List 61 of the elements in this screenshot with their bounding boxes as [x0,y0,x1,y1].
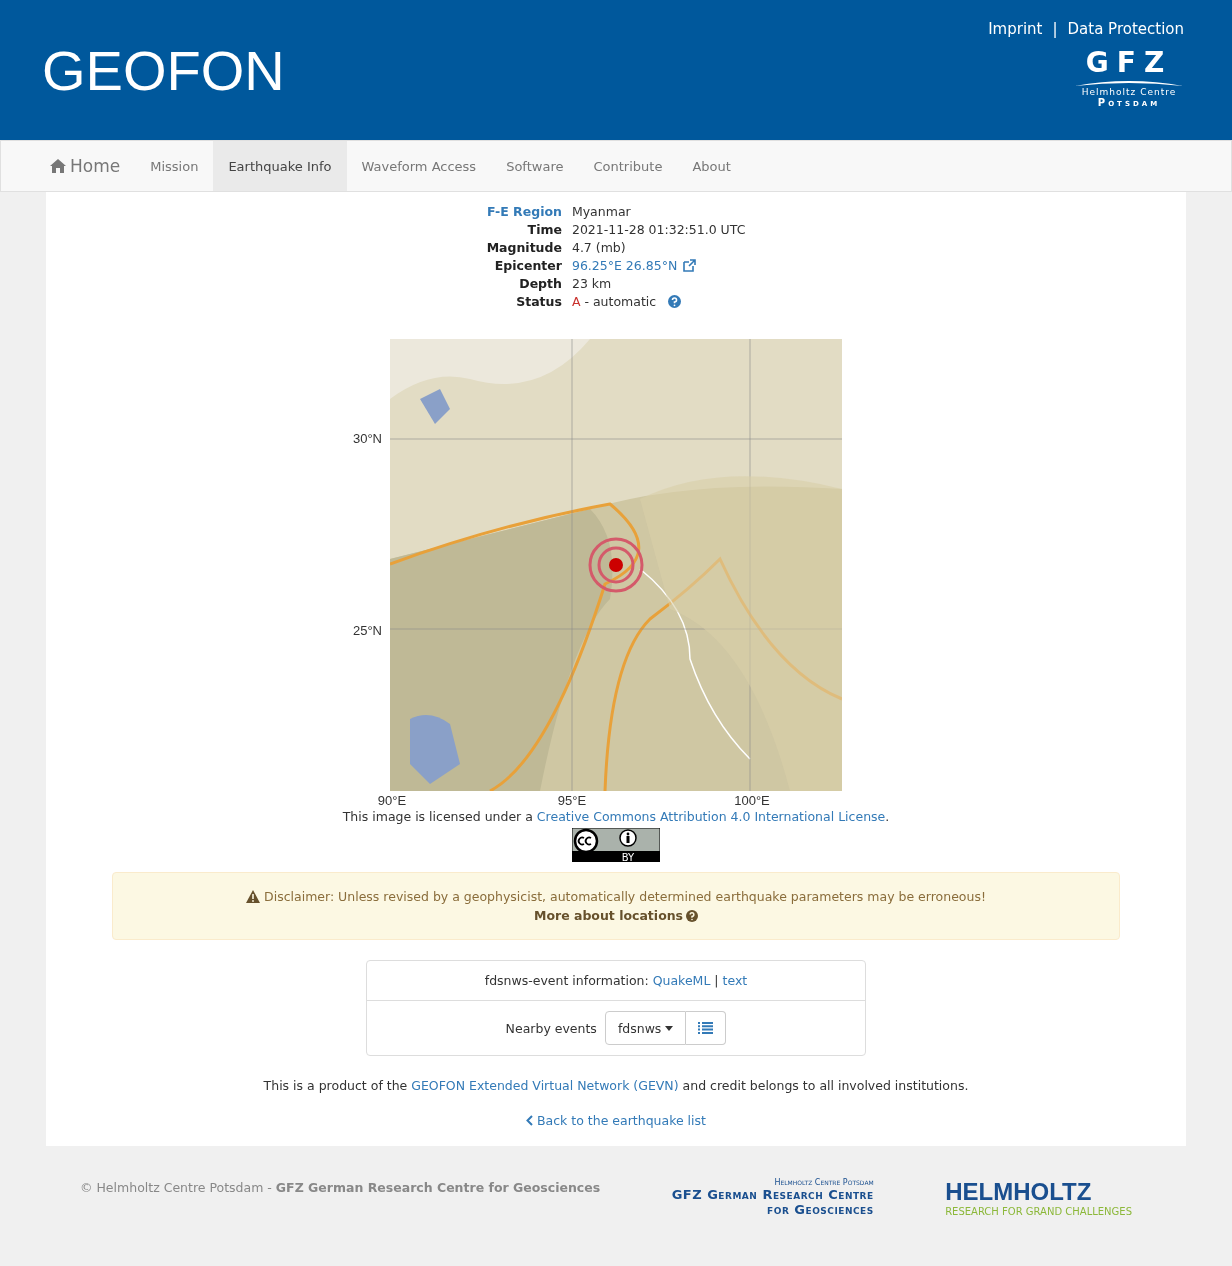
axis-label: 95°E [557,793,587,808]
field-value: 4.7 (mb) [571,240,626,255]
text-link[interactable]: text [722,973,748,988]
logo-subtitle: Helmholtz Centre [1081,87,1177,97]
site-title: GEOFON [42,37,285,103]
help-icon [686,909,699,922]
nav-tab[interactable]: Earthquake Info [213,141,347,191]
axis-label: 90°E [377,793,407,808]
cc-by-badge[interactable]: BY [572,828,660,862]
caret-icon [665,1025,674,1031]
gevn-link[interactable]: GEOFON Extended Virtual Network (GEVN) [411,1078,679,1093]
nav-tab[interactable]: About [677,141,746,191]
home-icon [50,159,66,173]
list-button[interactable] [686,1011,727,1045]
field-value: Myanmar [571,204,631,219]
back-link[interactable]: Back to the earthquake list [526,1113,706,1128]
imprint-link[interactable]: Imprint [988,20,1043,38]
axis-label: 100°E [734,793,770,808]
nav-tab[interactable]: Mission [135,141,214,191]
link-separator: | [714,973,719,988]
field-label: Depth [518,276,562,291]
logo-wordmark: GFZ [1085,46,1173,79]
field-label: Status [515,294,562,309]
info-label: fdsnws-event information: [484,973,649,988]
disclaimer-text: Disclaimer: Unless revised by a geophysicist, automatically determined earthquake parameters may be erroneous! [246,889,986,904]
axis-label: 30°N [352,431,382,446]
locations-link[interactable]: More about locations [533,908,699,923]
external-link-icon[interactable] [683,259,697,272]
epicenter-link[interactable]: 96.25°E 26.85°N [571,258,678,273]
nav-tab[interactable]: Waveform Access [346,141,492,191]
license-text: This image is licensed under a Creative Commons Attribution 4.0 International License. [342,809,890,824]
helmholtz-logo-name: HELMHOLTZ [945,1178,1093,1206]
region-link[interactable]: F-E Region [486,204,562,219]
field-label: Time [526,222,562,237]
logo-arc-icon [1075,79,1183,87]
service-dropdown[interactable]: fdsnws [604,1011,687,1045]
license-link[interactable]: Creative Commons Attribution 4.0 International License [536,809,886,824]
field-label: Magnitude [486,240,562,255]
warning-icon [246,890,261,903]
gfz-logo-name: GFZ German Research Centre [671,1187,874,1202]
data-protection-link[interactable]: Data Protection [1067,20,1184,38]
field-value: A - automatic [571,294,657,309]
link-separator: | [1052,20,1058,38]
axis-label: 25°N [352,623,382,638]
gfz-logo-subtitle: Helmholtz Centre Potsdam [774,1178,874,1187]
help-icon[interactable] [668,295,682,308]
copyright-text: © Helmholtz Centre Potsdam - GFZ German Research Centre for Geosciences [80,1180,601,1195]
field-label: Epicenter [493,258,562,273]
nearby-events-label: Nearby events [505,1020,597,1036]
gfz-logo-name: for Geosciences [767,1202,874,1217]
nav-tab[interactable]: Home [35,141,136,191]
field-value: 2021-11-28 01:32:51.0 UTC [571,222,746,237]
logo-city: Potsdam [1097,97,1161,108]
chevron-left-icon [526,1115,533,1126]
nav-tab[interactable]: Software [491,141,579,191]
helmholtz-logo-slogan: RESEARCH FOR GRAND CHALLENGES [945,1206,1132,1217]
credit-text: This is a product of the GEOFON Extended Virtual Network (GEVN) and credit belongs to all involved institutions. [263,1078,969,1093]
quakeml-link[interactable]: QuakeML [652,973,711,988]
nav-tab[interactable]: Contribute [578,141,678,191]
list-icon [698,1022,714,1034]
field-value: 23 km [571,276,612,291]
